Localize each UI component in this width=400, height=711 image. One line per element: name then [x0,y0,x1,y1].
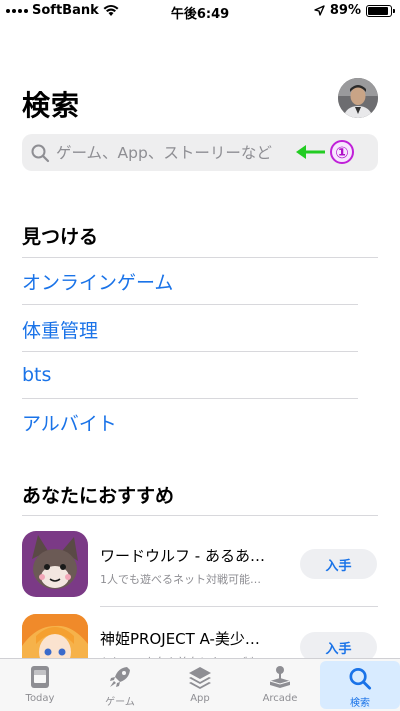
tab-apps[interactable]: App [160,659,240,711]
tab-label: App [190,693,210,704]
get-button[interactable]: 入手 [300,549,377,579]
tab-label: ゲーム [105,697,135,708]
wolf-character-icon [22,531,88,597]
app-icon-wordwolf[interactable] [22,531,88,597]
arrow-left-icon [296,145,325,159]
app-name: ワードウルフ - あるあ… [100,547,265,565]
discover-link-online-game[interactable]: オンラインゲーム [22,268,173,295]
app-name: 神姫PROJECT A-美少… [100,630,260,648]
search-icon [31,144,50,162]
divider [22,398,358,399]
app-row[interactable]: ワードウルフ - あるあ… 1人でも遊べるネット対戦可能… 入手 [22,531,378,597]
search-input[interactable] [56,143,306,162]
tab-arcade[interactable]: Arcade [240,659,320,711]
divider [22,304,358,305]
divider [22,351,358,352]
divider [100,606,378,607]
tab-search[interactable]: 検索 [320,661,400,709]
discover-section-title: 見つける [22,226,99,248]
location-icon [314,5,325,16]
status-right: 89% [314,3,395,18]
tab-bar: Today ゲーム App Arcade 検索 [0,658,400,711]
annotation-marker: ① [296,140,354,164]
tab-today[interactable]: Today [0,659,80,711]
search-icon [349,668,372,690]
discover-link-bts[interactable]: bts [22,364,51,386]
tab-games[interactable]: ゲーム [80,659,160,711]
divider [22,257,378,258]
divider [22,515,378,516]
tab-label: Arcade [262,693,298,704]
person-photo-icon [338,78,378,118]
app-subtitle: 1人でも遊べるネット対戦可能… [100,573,261,586]
battery-icon [366,4,395,17]
discover-link-parttime[interactable]: アルバイト [22,409,117,436]
battery-percent: 89% [329,3,361,18]
page-title: 検索 [22,89,81,122]
annotation-number: ① [330,140,354,164]
rocket-icon [110,667,130,687]
tab-label: 検索 [350,698,370,709]
today-icon [31,666,49,688]
tab-label: Today [25,693,55,704]
recommendations-section-title: あなたにおすすめ [22,485,175,507]
discover-link-weight[interactable]: 体重管理 [22,316,98,343]
layers-icon [189,667,211,689]
account-avatar[interactable] [338,78,378,118]
status-bar: SoftBank 午後6:49 89% [0,0,400,24]
joystick-icon [269,666,291,688]
